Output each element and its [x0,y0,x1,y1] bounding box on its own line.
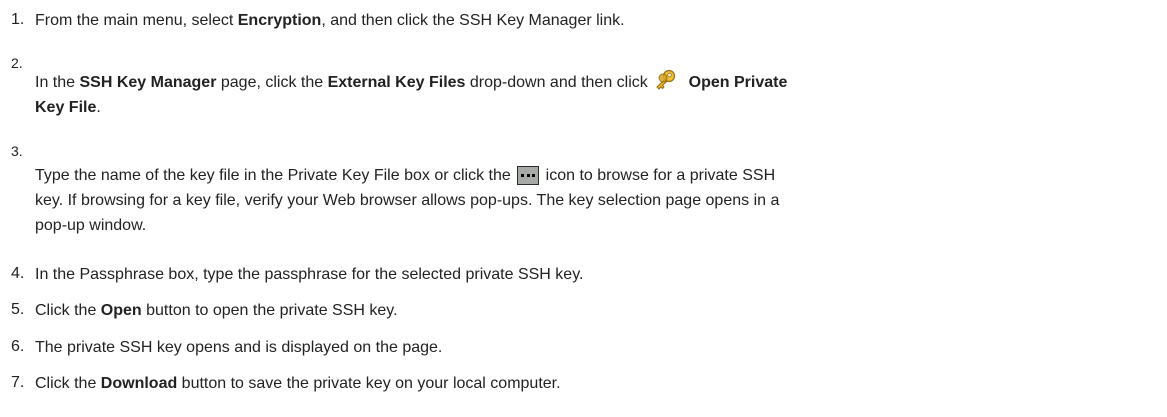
step-number: 5. [11,301,25,318]
step-text-segment: From the main menu, select [35,12,238,29]
step-text-segment: button to open the private SSH key. [141,302,398,319]
step-text-segment: Click the [35,302,101,319]
step-text: From the main menu, select Encryption, a… [35,8,1160,33]
step-text-segment: Click the [35,375,101,392]
step-text-segment: , and then click the SSH Key Manager lin… [321,12,625,29]
step-text-segment: In the Passphrase box, type the passphra… [35,266,584,283]
step-text-segment: page, click the [216,74,328,91]
key-icon [654,69,678,91]
ui-term-external-key-files: External Key Files [327,74,466,91]
step-text-segment: The private SSH key opens and is display… [35,339,443,356]
step-number: 4. [11,265,25,282]
step-number: 2. [11,55,23,71]
step-number: 3. [11,143,23,159]
step-text-segment: key. If browsing for a key file, verify … [35,192,780,209]
ui-term-open: Open [100,302,142,319]
step-text-segment: drop-down and then click [465,74,653,91]
step-text: Click the Download button to save the pr… [35,371,1160,396]
step-text-segment: In the [35,74,80,91]
step-text: In the SSH Key Manager page, click the E… [35,69,1160,120]
step-number: 1. [11,11,25,28]
ui-term-ssh-key-manager: SSH Key Manager [79,74,217,91]
ui-term-download: Download [100,375,178,392]
step-number: 6. [11,338,25,355]
ui-term-key-file: Key File [35,99,97,116]
step-text-segment: button to save the private key on your l… [177,375,561,392]
step-text: The private SSH key opens and is display… [35,335,1160,360]
step-text: Type the name of the key file in the Pri… [35,163,1160,238]
step-text-segment: . [96,99,101,116]
step-text: In the Passphrase box, type the passphra… [35,262,1160,287]
step-text: Click the Open button to open the privat… [35,298,1160,323]
step-text-segment: icon to browse for a private SSH [541,167,776,184]
step-text-segment: Type the name of the key file in the Pri… [35,167,516,184]
step-text-segment: pop-up window. [35,217,147,234]
step-number: 7. [11,374,25,391]
ui-term-encryption: Encryption [237,12,322,29]
browse-icon [517,166,540,185]
ui-term-open-private: Open Private [684,74,788,91]
